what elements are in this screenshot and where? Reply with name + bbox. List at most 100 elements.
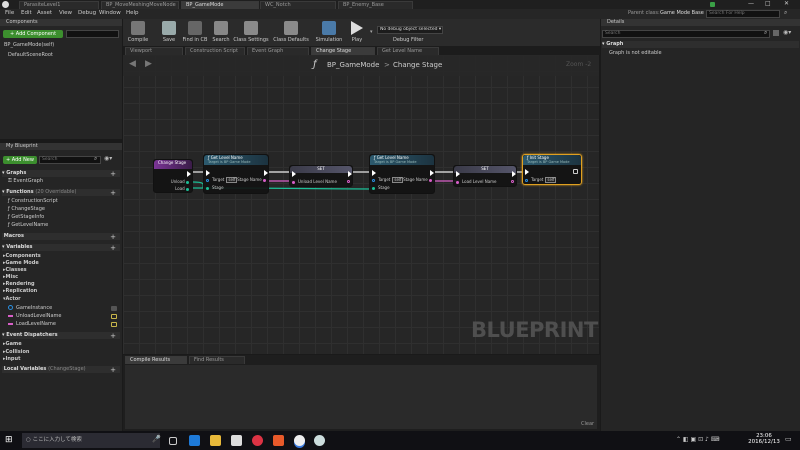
exec-out-pin[interactable] bbox=[264, 170, 268, 176]
task-view-icon[interactable] bbox=[169, 437, 177, 445]
graph-canvas[interactable]: ◀ ▶ ƒ BP_GameMode > Change Stage Zoom -2… bbox=[123, 55, 599, 354]
variable-item[interactable]: UnloadLevelName bbox=[8, 313, 61, 320]
app-icon[interactable] bbox=[314, 435, 325, 446]
pin-target[interactable]: Target self bbox=[525, 177, 557, 183]
graph-section[interactable]: ▾ Graph bbox=[602, 41, 799, 48]
tab-event-graph[interactable]: Event Graph bbox=[247, 47, 309, 55]
add-component-button[interactable]: + Add Component bbox=[3, 30, 63, 38]
init-stage-node[interactable]: ƒ Init Stage Target is BP Game Mode Targ… bbox=[522, 154, 582, 185]
dispatcher-category[interactable]: ▸Game bbox=[3, 341, 22, 348]
doc-tab-1[interactable]: ParasiteLevel1 bbox=[19, 1, 99, 9]
local-variables-section[interactable]: Local Variables (ChangeStage) bbox=[2, 366, 120, 373]
menu-help[interactable]: Help bbox=[126, 10, 139, 16]
visibility-eye-icon[interactable] bbox=[111, 322, 117, 327]
file-explorer-icon[interactable] bbox=[210, 435, 221, 446]
exec-out-pin[interactable] bbox=[512, 171, 516, 177]
variable-category[interactable]: ▸Misc bbox=[3, 274, 18, 281]
dispatcher-category[interactable]: ▸Input bbox=[3, 356, 20, 363]
help-search-input[interactable]: Search For Help bbox=[706, 10, 780, 18]
menu-view[interactable]: View bbox=[59, 10, 72, 16]
clear-button[interactable]: Clear bbox=[581, 421, 594, 427]
menu-debug[interactable]: Debug bbox=[78, 10, 96, 16]
pin-stage[interactable]: Stage bbox=[206, 185, 224, 190]
class-settings-button[interactable]: Class Settings bbox=[233, 20, 269, 45]
exec-out-pin[interactable] bbox=[348, 171, 352, 177]
components-search-input[interactable] bbox=[66, 30, 119, 38]
system-tray-icons[interactable]: ⌃ ◧ ▣ ⊡ ♪ ⌨ bbox=[676, 436, 719, 443]
play-options-icon[interactable]: ▾ bbox=[370, 29, 373, 35]
add-variable-button[interactable]: + bbox=[110, 245, 116, 252]
get-level-name-node[interactable]: ƒ Get Level Name Target is BP Game Mode … bbox=[369, 154, 435, 194]
get-level-name-node[interactable]: ƒ Get Level Name Target is BP Game Mode … bbox=[203, 154, 269, 194]
graphs-section[interactable]: ▾ Graphs bbox=[2, 170, 120, 177]
exec-out-pin[interactable] bbox=[573, 169, 578, 174]
exec-in-pin[interactable] bbox=[525, 169, 529, 175]
unreal-engine-icon[interactable] bbox=[294, 435, 305, 446]
my-blueprint-search-input[interactable]: Search bbox=[39, 156, 101, 164]
action-center-icon[interactable]: ▭ bbox=[785, 435, 792, 443]
component-self[interactable]: BP_GameMode(self) bbox=[4, 42, 54, 49]
property-matrix-icon[interactable] bbox=[773, 30, 779, 36]
set-output-pin[interactable] bbox=[511, 180, 514, 183]
variable-category[interactable]: ▸Components bbox=[3, 253, 41, 260]
store-icon[interactable] bbox=[231, 435, 242, 446]
chrome-icon[interactable] bbox=[252, 435, 263, 446]
variables-section[interactable]: ▾ Variables bbox=[2, 244, 120, 251]
taskbar-search-input[interactable]: ○ ここに入力して検索 bbox=[22, 433, 160, 448]
function-item[interactable]: ƒ ConstructionScript bbox=[8, 198, 58, 205]
add-macro-button[interactable]: + bbox=[110, 234, 116, 241]
close-icon[interactable]: ✕ bbox=[784, 0, 789, 7]
view-options-icon[interactable]: ◉▾ bbox=[783, 29, 791, 36]
search-icon[interactable]: ⌕ bbox=[94, 155, 97, 163]
tab-change-stage[interactable]: Change Stage bbox=[311, 47, 375, 55]
change-stage-entry-node[interactable]: Change Stage Unload Load bbox=[153, 159, 193, 193]
variable-item[interactable]: GameInstance bbox=[8, 305, 52, 312]
pin-target[interactable]: Target self bbox=[206, 177, 238, 183]
visibility-eye-icon[interactable] bbox=[111, 314, 117, 319]
microphone-icon[interactable]: 🎤 bbox=[152, 435, 161, 443]
variable-category[interactable]: ▸Classes bbox=[3, 267, 27, 274]
variable-category[interactable]: ▾Actor bbox=[3, 296, 21, 303]
component-default-root[interactable]: DefaultSceneRoot bbox=[8, 52, 53, 59]
tab-find-results[interactable]: Find Results bbox=[189, 356, 245, 364]
details-search-input[interactable]: Search bbox=[602, 30, 770, 38]
debug-object-select[interactable]: No debug object selected ▾ bbox=[377, 26, 443, 34]
function-item[interactable]: ƒ ChangeStage bbox=[8, 206, 45, 213]
menu-window[interactable]: Window bbox=[99, 10, 121, 16]
simulation-button[interactable]: Simulation bbox=[314, 20, 344, 45]
add-function-button[interactable]: + bbox=[110, 190, 116, 197]
function-item[interactable]: ƒ GetStageInfo bbox=[8, 214, 44, 221]
dispatcher-category[interactable]: ▸Collision bbox=[3, 349, 29, 356]
visibility-eye-icon[interactable] bbox=[111, 306, 117, 311]
variable-item[interactable]: LoadLevelName bbox=[8, 321, 56, 328]
minimize-icon[interactable]: — bbox=[748, 0, 754, 7]
pin-unload-level-name[interactable]: Unload Level Name bbox=[292, 179, 337, 184]
exec-in-pin[interactable] bbox=[292, 171, 296, 177]
functions-section[interactable]: ▾ Functions (20 Overridable) bbox=[2, 189, 120, 196]
play-button[interactable]: Play bbox=[342, 20, 372, 45]
exec-in-pin[interactable] bbox=[206, 170, 210, 176]
set-output-pin[interactable] bbox=[347, 180, 350, 183]
event-graph-item[interactable]: ⚿ EventGraph bbox=[8, 178, 43, 185]
macros-section[interactable]: Macros bbox=[2, 233, 120, 240]
app-icon[interactable] bbox=[273, 435, 284, 446]
tab-construction-script[interactable]: Construction Script bbox=[185, 47, 245, 55]
variable-category[interactable]: ▸Replication bbox=[3, 288, 37, 295]
edge-icon[interactable] bbox=[189, 435, 200, 446]
event-dispatchers-section[interactable]: ▾ Event Dispatchers bbox=[2, 332, 120, 339]
pin-unload[interactable]: Unload bbox=[171, 179, 189, 184]
set-load-level-name-node[interactable]: SET Load Level Name bbox=[453, 165, 517, 187]
pin-stage[interactable]: Stage bbox=[372, 185, 390, 190]
add-graph-button[interactable]: + bbox=[110, 171, 116, 178]
clock[interactable]: 23:06 2016/12/13 bbox=[748, 433, 780, 445]
compile-button[interactable]: Compile bbox=[123, 20, 153, 45]
menu-file[interactable]: File bbox=[5, 10, 14, 16]
exec-out-pin[interactable] bbox=[430, 170, 434, 176]
class-defaults-button[interactable]: Class Defaults bbox=[273, 20, 309, 45]
help-search-icon[interactable]: ⌕ bbox=[784, 9, 787, 17]
maximize-icon[interactable]: □ bbox=[765, 0, 771, 7]
search-button[interactable]: Search bbox=[206, 20, 236, 45]
variable-category[interactable]: ▸Rendering bbox=[3, 281, 35, 288]
parent-class-value[interactable]: Game Mode Base bbox=[660, 10, 704, 16]
pin-load[interactable]: Load bbox=[175, 186, 189, 191]
